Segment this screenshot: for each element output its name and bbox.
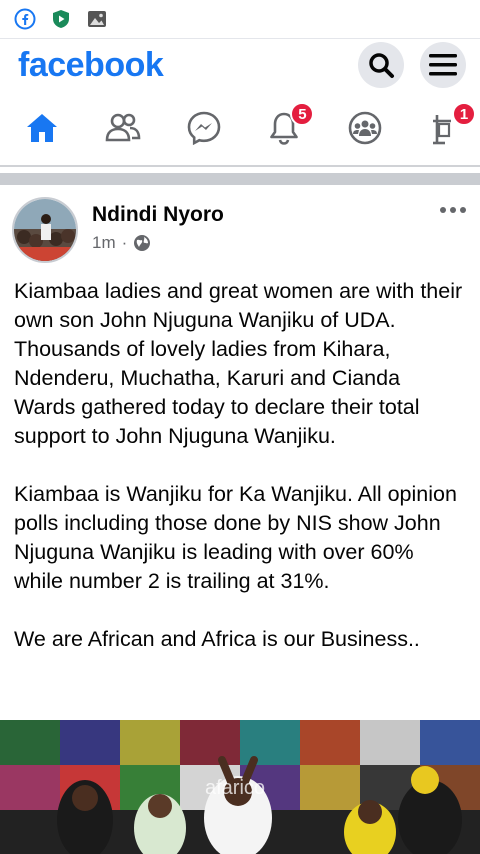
meta-separator: ·: [121, 233, 128, 252]
search-button[interactable]: [358, 42, 404, 88]
image-watermark: afarico: [205, 777, 265, 799]
post-options-button[interactable]: [440, 207, 466, 213]
notifications-badge: 5: [290, 102, 315, 126]
facebook-logo[interactable]: facebook: [18, 46, 164, 85]
more-dots-icon: [440, 207, 446, 213]
home-icon: [27, 114, 57, 142]
friends-icon: [105, 113, 141, 142]
top-bar: facebook: [0, 38, 480, 91]
marketplace-badge: 1: [451, 102, 476, 126]
search-icon: [369, 53, 394, 78]
status-bar: [0, 0, 480, 38]
more-dot: [460, 207, 466, 213]
post-author[interactable]: Ndindi Nyoro: [92, 203, 224, 227]
tab-groups[interactable]: [345, 108, 385, 148]
post-paragraph: Kiambaa ladies and great women are with …: [14, 279, 463, 448]
facebook-icon: [14, 8, 36, 30]
menu-icon: [429, 54, 457, 76]
avatar[interactable]: [12, 197, 78, 263]
feed-divider: [0, 173, 480, 185]
tab-friends[interactable]: [103, 108, 143, 148]
more-dot: [450, 207, 456, 213]
groups-icon: [348, 111, 382, 145]
post-paragraph: Kiambaa is Wanjiku for Ka Wanjiku. All o…: [14, 482, 457, 593]
tab-notifications[interactable]: 5: [264, 102, 315, 148]
tab-messenger[interactable]: [184, 108, 224, 148]
post-paragraph: We are African and Africa is our Busines…: [14, 627, 420, 651]
shield-play-icon: [50, 8, 72, 30]
post-image[interactable]: afarico: [0, 720, 480, 854]
tab-home[interactable]: [22, 108, 62, 148]
post-time[interactable]: 1m: [92, 233, 116, 253]
messenger-icon: [187, 111, 220, 145]
tab-marketplace[interactable]: 1: [426, 102, 476, 148]
post: Ndindi Nyoro 1m · Kiambaa ladies and gre…: [0, 185, 480, 654]
post-body: Kiambaa ladies and great women are with …: [0, 263, 480, 654]
nav-tabs: 5 1: [0, 91, 480, 167]
post-header: Ndindi Nyoro 1m ·: [0, 185, 480, 263]
globe-icon: [134, 235, 151, 251]
image-icon: [86, 8, 108, 30]
menu-button[interactable]: [420, 42, 466, 88]
